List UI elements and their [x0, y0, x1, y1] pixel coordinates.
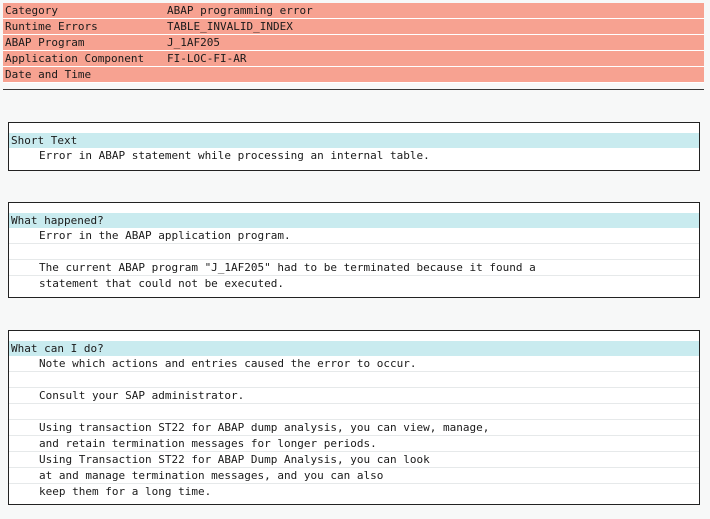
header-separator — [3, 89, 704, 90]
section-line: statement that could not be executed. — [39, 277, 285, 290]
header-value: J_1AF205 — [167, 36, 220, 49]
section-short-text: Short Text Error in ABAP statement while… — [8, 122, 700, 171]
section-what-happened: What happened? Error in the ABAP applica… — [8, 202, 700, 298]
section-line: Consult your SAP administrator. — [9, 388, 699, 404]
header-label: Category — [5, 4, 58, 17]
section-line: and retain termination messages for long… — [9, 436, 699, 452]
section-line: Error in ABAP statement while processing… — [39, 149, 430, 162]
header-value: FI-LOC-FI-AR — [167, 52, 247, 65]
header-label: Runtime Errors — [5, 20, 98, 33]
section-line: The current ABAP program "J_1AF205" had … — [9, 260, 699, 276]
section-line: Note which actions and entries caused th… — [9, 356, 699, 372]
section-title: What happened? — [9, 213, 699, 228]
section-line — [9, 244, 699, 260]
header-label: ABAP Program — [5, 36, 85, 49]
header-row-runtime-errors: Runtime Errors TABLE_INVALID_INDEX — [3, 19, 704, 35]
section-line: keep them for a long time. — [39, 485, 212, 498]
dump-header-table: Category ABAP programming error Runtime … — [3, 3, 704, 83]
section-line — [9, 372, 699, 388]
header-row-category: Category ABAP programming error — [3, 3, 704, 19]
header-label: Date and Time — [5, 68, 92, 81]
header-value: ABAP programming error — [167, 4, 313, 17]
section-line: at and manage termination messages, and … — [9, 468, 699, 484]
header-label: Application Component — [5, 52, 145, 65]
section-line — [9, 404, 699, 420]
header-row-application-component: Application Component FI-LOC-FI-AR — [3, 51, 704, 67]
header-row-date-and-time: Date and Time — [3, 67, 704, 83]
section-line: Using Transaction ST22 for ABAP Dump Ana… — [9, 452, 699, 468]
section-line: Using transaction ST22 for ABAP dump ana… — [9, 420, 699, 436]
header-value: TABLE_INVALID_INDEX — [167, 20, 293, 33]
section-title: Short Text — [9, 133, 699, 148]
section-what-can-i-do: What can I do? Note which actions and en… — [8, 330, 700, 505]
header-row-abap-program: ABAP Program J_1AF205 — [3, 35, 704, 51]
header-value — [165, 67, 167, 82]
section-title: What can I do? — [9, 341, 699, 356]
section-line: Error in the ABAP application program. — [9, 228, 699, 244]
